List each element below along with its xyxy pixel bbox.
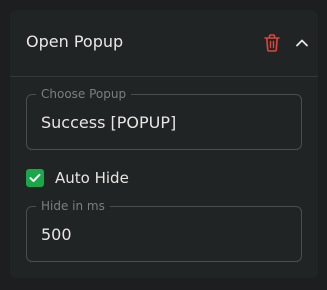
choose-popup-select[interactable]: Choose Popup Success [POPUP]: [26, 87, 302, 150]
hide-in-ms-input[interactable]: Hide in ms 500: [26, 199, 302, 262]
collapse-button[interactable]: [291, 32, 313, 54]
panel-header[interactable]: Open Popup: [10, 10, 318, 77]
chevron-up-icon: [296, 39, 308, 47]
hide-in-ms-value: 500: [41, 225, 72, 244]
auto-hide-label: Auto Hide: [55, 169, 129, 187]
auto-hide-row[interactable]: Auto Hide: [26, 168, 129, 188]
open-popup-panel: Open Popup Choose Popup Success [POPUP] …: [10, 10, 318, 278]
panel-title: Open Popup: [26, 32, 124, 51]
choose-popup-label: Choose Popup: [36, 87, 132, 101]
trash-icon: [264, 34, 280, 52]
delete-button[interactable]: [261, 32, 283, 54]
choose-popup-value: Success [POPUP]: [41, 113, 177, 132]
hide-in-ms-label: Hide in ms: [36, 199, 110, 213]
checkmark-icon: [29, 173, 41, 182]
auto-hide-checkbox[interactable]: [26, 169, 44, 187]
